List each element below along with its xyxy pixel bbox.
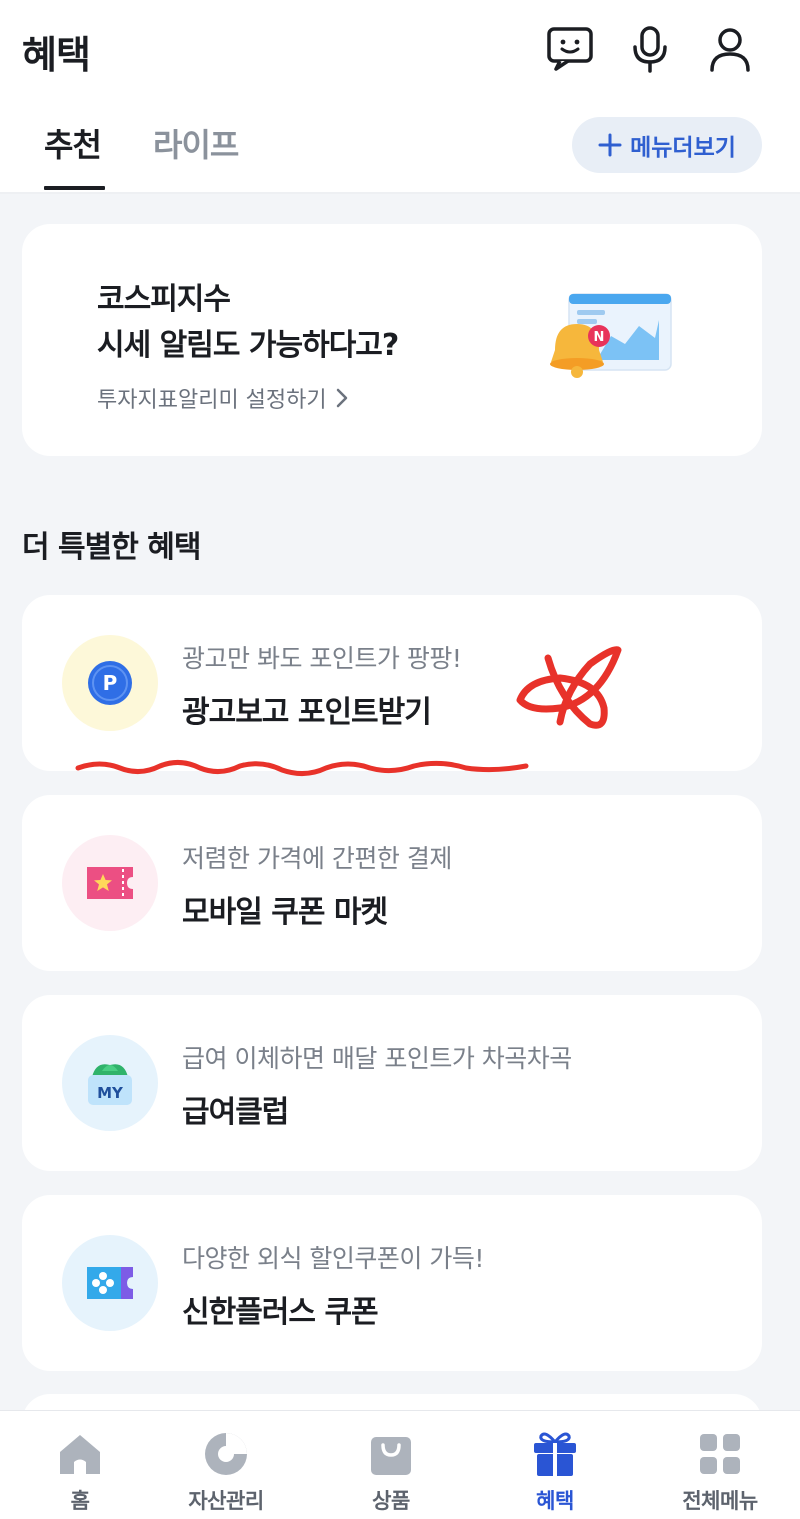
bottom-navigation: 홈 자산관리 상품 혜택 전체메뉴 bbox=[0, 1410, 800, 1519]
tabs-divider bbox=[0, 192, 800, 194]
grid-menu-icon bbox=[695, 1429, 745, 1479]
svg-text:MY: MY bbox=[97, 1084, 124, 1102]
my-wallet-icon: MY bbox=[62, 1035, 158, 1131]
promo-link[interactable]: 투자지표알리미 설정하기 bbox=[97, 382, 349, 414]
shopping-bag-icon bbox=[366, 1429, 416, 1479]
tab-life[interactable]: 라이프 bbox=[153, 120, 239, 166]
promo-banner[interactable]: 코스피지수 시세 알림도 가능하다고? 투자지표알리미 설정하기 N bbox=[22, 224, 762, 456]
pie-chart-icon bbox=[201, 1429, 251, 1479]
section-title: 더 특별한 혜택 bbox=[22, 530, 201, 565]
benefit-subtitle: 광고만 봐도 포인트가 팡팡! bbox=[182, 644, 462, 673]
nav-label: 홈 bbox=[70, 1489, 90, 1513]
gift-icon bbox=[530, 1429, 580, 1479]
chatbot-icon[interactable] bbox=[545, 24, 595, 74]
plus-coupon-icon bbox=[62, 1235, 158, 1331]
more-menu-label: 메뉴더보기 bbox=[630, 135, 736, 161]
benefit-title: 광고보고 포인트받기 bbox=[182, 695, 432, 730]
nav-products[interactable]: 상품 bbox=[311, 1411, 471, 1519]
notification-badge-letter: N bbox=[594, 330, 605, 345]
nav-label: 상품 bbox=[372, 1489, 410, 1513]
benefit-title: 급여클럽 bbox=[182, 1095, 289, 1130]
page-title: 혜택 bbox=[22, 33, 91, 77]
benefit-subtitle: 급여 이체하면 매달 포인트가 차곡차곡 bbox=[182, 1044, 572, 1073]
tab-recommended[interactable]: 추천 bbox=[44, 120, 102, 166]
more-menu-button[interactable]: 메뉴더보기 bbox=[572, 117, 762, 173]
benefit-card-shinhan-plus-coupon[interactable]: 다양한 외식 할인쿠폰이 가득! 신한플러스 쿠폰 bbox=[22, 1195, 762, 1371]
promo-title-line1: 코스피지수 bbox=[97, 282, 231, 317]
bell-chart-illustration-icon: N bbox=[550, 293, 672, 378]
microphone-icon[interactable] bbox=[625, 24, 675, 74]
nav-benefits[interactable]: 혜택 bbox=[475, 1411, 635, 1519]
promo-link-label: 투자지표알리미 설정하기 bbox=[97, 388, 327, 413]
benefit-card-ad-points[interactable]: P 광고만 봐도 포인트가 팡팡! 광고보고 포인트받기 bbox=[22, 595, 762, 771]
benefit-title: 신한플러스 쿠폰 bbox=[182, 1295, 379, 1330]
point-coin-icon: P bbox=[62, 635, 158, 731]
nav-all-menu[interactable]: 전체메뉴 bbox=[640, 1411, 800, 1519]
benefit-title: 모바일 쿠폰 마켓 bbox=[182, 895, 388, 930]
ticket-star-icon bbox=[62, 835, 158, 931]
chevron-right-icon bbox=[336, 388, 347, 408]
benefit-card-coupon-market[interactable]: 저렴한 가격에 간편한 결제 모바일 쿠폰 마켓 bbox=[22, 795, 762, 971]
nav-label: 혜택 bbox=[536, 1489, 574, 1513]
nav-label: 전체메뉴 bbox=[682, 1489, 758, 1513]
benefit-subtitle: 다양한 외식 할인쿠폰이 가득! bbox=[182, 1244, 484, 1273]
benefit-card-salary-club[interactable]: MY 급여 이체하면 매달 포인트가 차곡차곡 급여클럽 bbox=[22, 995, 762, 1171]
user-icon[interactable] bbox=[705, 24, 755, 74]
promo-title-line2: 시세 알림도 가능하다고? bbox=[97, 328, 399, 363]
svg-text:P: P bbox=[103, 671, 118, 695]
home-icon bbox=[55, 1429, 105, 1479]
benefit-subtitle: 저렴한 가격에 간편한 결제 bbox=[182, 844, 452, 873]
nav-home[interactable]: 홈 bbox=[0, 1411, 160, 1519]
top-bar: 혜택 bbox=[0, 0, 800, 100]
nav-asset-management[interactable]: 자산관리 bbox=[146, 1411, 306, 1519]
nav-label: 자산관리 bbox=[188, 1489, 264, 1513]
plus-icon bbox=[598, 133, 622, 157]
active-tab-indicator bbox=[44, 186, 105, 190]
